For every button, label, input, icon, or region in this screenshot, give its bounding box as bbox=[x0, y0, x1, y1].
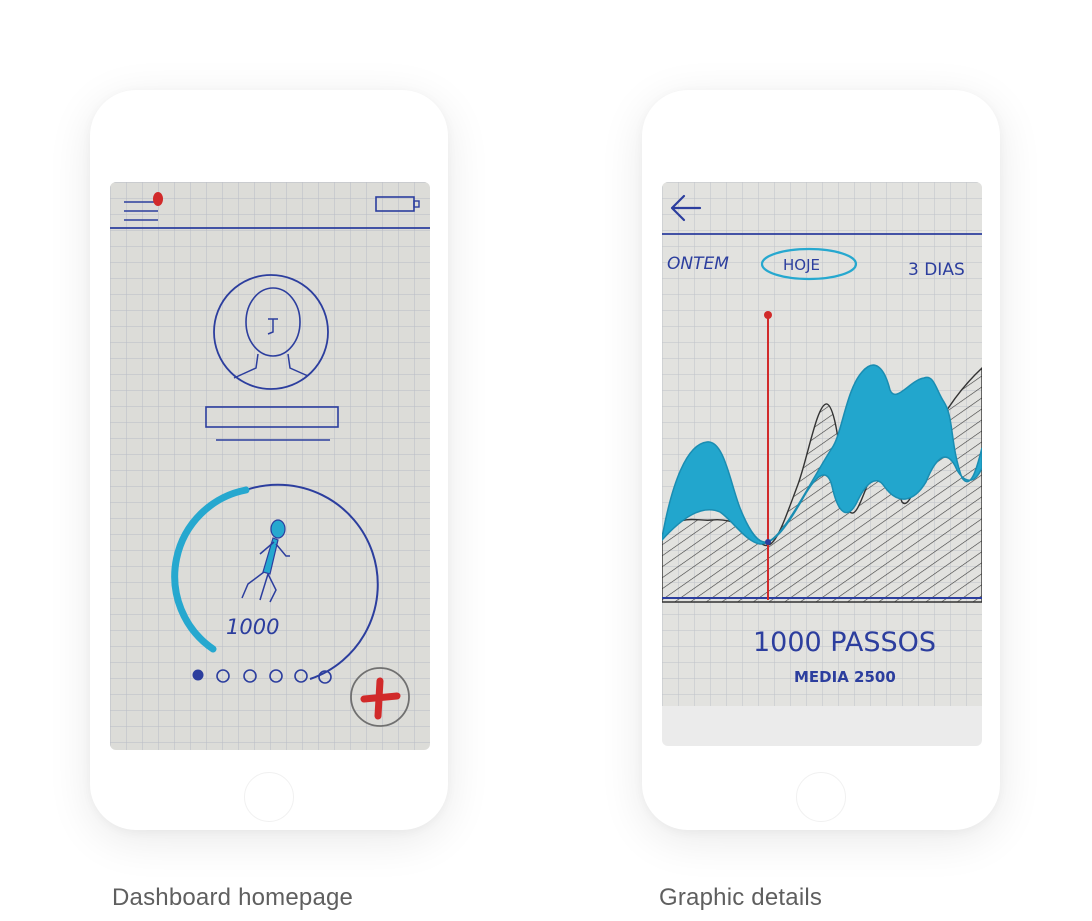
home-button[interactable] bbox=[244, 772, 294, 822]
graphic-screen: ONTEM HOJE 3 DIAS 1000 PASSOS MEDIA 2500 bbox=[662, 182, 982, 746]
caption-graphic: Graphic details bbox=[659, 884, 823, 911]
tab-3-dias[interactable]: 3 DIAS bbox=[908, 260, 965, 280]
home-button[interactable] bbox=[796, 772, 846, 822]
notification-dot-icon bbox=[153, 192, 163, 206]
tab-ontem[interactable]: ONTEM bbox=[667, 254, 729, 274]
caption-dashboard: Dashboard homepage bbox=[112, 884, 354, 911]
phone-frame-graphic: ONTEM HOJE 3 DIAS 1000 PASSOS MEDIA 2500 bbox=[642, 90, 1000, 830]
steps-label: 1000 PASSOS bbox=[753, 627, 936, 658]
phone-frame-dashboard: 1000 bbox=[90, 90, 448, 830]
tab-hoje[interactable]: HOJE bbox=[783, 256, 820, 274]
step-count: 1000 bbox=[226, 615, 279, 639]
average-label: MEDIA 2500 bbox=[794, 668, 896, 686]
dashboard-screen: 1000 bbox=[110, 182, 430, 750]
